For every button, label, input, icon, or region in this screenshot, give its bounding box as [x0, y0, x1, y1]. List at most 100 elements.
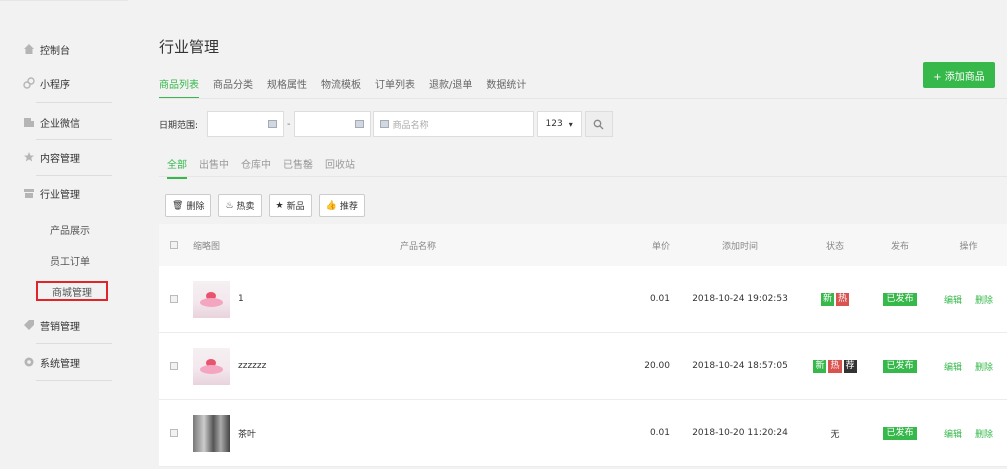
status-badge: 新 [820, 292, 834, 306]
edit-link[interactable]: 编辑 [944, 430, 962, 440]
sidebar-item-system[interactable]: 系统管理 [22, 352, 80, 372]
status-badge: 新 [813, 359, 827, 373]
sidebar-item-label: 控制台 [40, 45, 70, 57]
calendar-icon [354, 120, 364, 128]
delete-link[interactable]: 删除 [975, 296, 993, 306]
bulk-actions: 🗑 删除 ♨ 热卖 ★ 新品 👍 推荐 [165, 194, 372, 217]
search-button[interactable] [584, 111, 613, 137]
sidebar-item-wecom[interactable]: 企业微信 [22, 112, 80, 132]
divider [36, 102, 112, 103]
filter-bar: 日期范围: - 商品名称 123 ▾ [159, 110, 613, 138]
select-all-checkbox[interactable] [170, 241, 178, 249]
publish-badge[interactable]: 已发布 [883, 292, 917, 306]
product-name: 1 [238, 294, 244, 304]
tab-refunds[interactable]: 退款/退单 [429, 76, 472, 99]
edit-link[interactable]: 编辑 [944, 363, 962, 373]
sidebar-item-label: 营销管理 [40, 321, 80, 333]
search-icon [593, 119, 604, 129]
sidebar-sub-staff-orders[interactable]: 员工订单 [50, 252, 90, 268]
trash-icon: 🗑 [172, 200, 184, 211]
caret-down-icon: ▾ [568, 119, 573, 129]
product-time: 2018-10-20 11:20:24 [692, 428, 788, 438]
sidebar-sub-mall[interactable]: 商城管理 [36, 281, 108, 301]
header-status: 状态 [825, 241, 844, 252]
divider [159, 98, 1007, 99]
delete-link[interactable]: 删除 [975, 363, 993, 373]
add-product-button[interactable]: + 添加商品 [923, 62, 995, 88]
status-badge: 热 [828, 359, 842, 373]
status-cell: 无 [800, 427, 870, 440]
sidebar-item-label: 内容管理 [40, 153, 80, 165]
select-value: 123 [545, 119, 563, 129]
header-price: 单价 [651, 241, 670, 252]
sidebar-sub-products[interactable]: 产品展示 [50, 221, 90, 237]
row-checkbox[interactable] [170, 429, 178, 437]
divider [36, 380, 112, 381]
header-thumbnail: 缩略图 [193, 241, 221, 252]
sidebar-item-label: 系统管理 [40, 358, 80, 370]
product-name-placeholder: 商品名称 [392, 120, 429, 131]
sidebar-item-dashboard[interactable]: 控制台 [22, 39, 70, 59]
product-thumbnail [193, 347, 230, 385]
product-table: 缩略图 产品名称 单价 添加时间 状态 发布 操作 1 0.01 2018-10… [159, 224, 1007, 467]
product-name-input[interactable]: 商品名称 [372, 111, 534, 137]
delete-link[interactable]: 删除 [975, 430, 993, 440]
product-name: zzzzzz [238, 361, 267, 371]
header-product-name: 产品名称 [399, 241, 436, 252]
status-cell: 新热荐 [800, 359, 870, 373]
new-product-button[interactable]: ★ 新品 [268, 194, 312, 217]
tab-product-category[interactable]: 商品分类 [213, 76, 253, 99]
divider [36, 139, 112, 140]
product-thumbnail [193, 280, 230, 318]
end-date-input[interactable] [293, 111, 371, 137]
sidebar-item-label: 行业管理 [40, 189, 80, 201]
star-icon [22, 150, 36, 164]
sidebar-item-miniprogram[interactable]: 小程序 [22, 73, 70, 93]
status-text: 无 [830, 429, 840, 440]
start-date-input[interactable] [207, 111, 284, 137]
tab-statistics[interactable]: 数据统计 [486, 76, 526, 99]
sidebar-item-industry[interactable]: 行业管理 [22, 183, 80, 203]
tab-spec-attributes[interactable]: 规格属性 [267, 76, 307, 99]
recommend-button[interactable]: 👍 推荐 [318, 194, 365, 217]
filter-select[interactable]: 123 ▾ [536, 111, 582, 137]
tag-icon [22, 318, 36, 332]
header-time: 添加时间 [721, 241, 758, 252]
date-separator: - [287, 118, 291, 130]
table-row: zzzzzz 20.00 2018-10-24 18:57:05 新热荐 已发布… [159, 333, 1007, 400]
publish-badge[interactable]: 已发布 [883, 359, 917, 373]
tab-shipping-template[interactable]: 物流模板 [321, 76, 361, 99]
date-range-label: 日期范围: [159, 120, 199, 131]
product-price: 0.01 [649, 294, 670, 304]
gear-icon [22, 355, 36, 369]
input-icon [379, 120, 389, 128]
new-product-label: 新品 [286, 202, 305, 212]
delete-label: 删除 [186, 202, 205, 212]
main-tabs: 商品列表 商品分类 规格属性 物流模板 订单列表 退款/退单 数据统计 [159, 76, 540, 99]
table-header: 缩略图 产品名称 单价 添加时间 状态 发布 操作 [159, 224, 1007, 266]
status-cell: 新热 [800, 292, 870, 306]
sidebar-item-content[interactable]: 内容管理 [22, 147, 80, 167]
tab-order-list[interactable]: 订单列表 [375, 76, 415, 99]
product-thumbnail [193, 414, 230, 452]
delete-button[interactable]: 🗑 删除 [165, 194, 212, 217]
sidebar-item-label: 企业微信 [40, 118, 80, 130]
row-checkbox[interactable] [170, 295, 178, 303]
sidebar-item-marketing[interactable]: 营销管理 [22, 315, 80, 335]
hot-sale-button[interactable]: ♨ 热卖 [218, 194, 262, 217]
row-checkbox[interactable] [170, 362, 178, 370]
page-title: 行业管理 [159, 38, 220, 56]
publish-badge[interactable]: 已发布 [883, 426, 917, 440]
product-time: 2018-10-24 19:02:53 [692, 294, 788, 304]
home-icon [22, 42, 36, 56]
product-name: 茶叶 [238, 429, 257, 440]
product-time: 2018-10-24 18:57:05 [692, 361, 788, 371]
divider [36, 175, 112, 176]
thumb-up-icon: 👍 [325, 200, 337, 211]
sidebar-item-label: 小程序 [40, 79, 70, 91]
main-panel: 行业管理 + 添加商品 商品列表 商品分类 规格属性 物流模板 订单列表 退款/… [145, 18, 1007, 469]
edit-link[interactable]: 编辑 [944, 296, 962, 306]
tab-product-list[interactable]: 商品列表 [159, 76, 199, 99]
status-badge: 荐 [843, 359, 857, 373]
star-icon: ★ [275, 200, 284, 211]
